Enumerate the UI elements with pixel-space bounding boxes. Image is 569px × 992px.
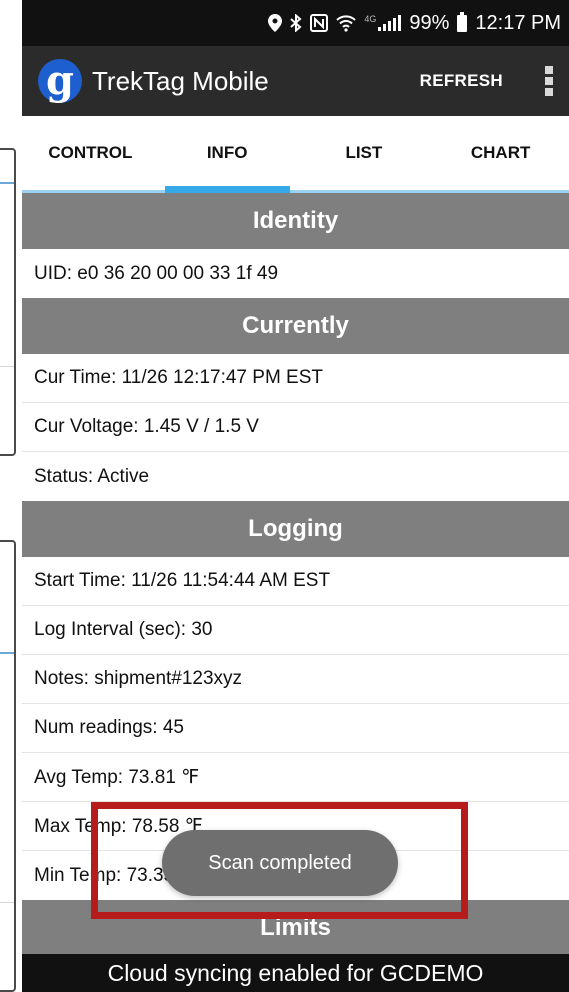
location-icon: [268, 14, 283, 32]
clock-time: 12:17 PM: [475, 11, 561, 34]
toast-message: Scan completed: [162, 830, 398, 896]
section-header-logging: Logging: [22, 501, 569, 557]
background-card-divider: [0, 902, 14, 903]
section-header-limits: Limits: [22, 900, 569, 956]
bluetooth-icon: [290, 14, 302, 32]
background-card-accent: [0, 182, 14, 184]
app-bar: g TrekTag Mobile REFRESH: [22, 46, 569, 116]
cloud-sync-banner: Cloud syncing enabled for GCDEMO: [22, 954, 569, 992]
info-row-cur-voltage: Cur Voltage: 1.45 V / 1.5 V: [22, 403, 569, 452]
tab-list[interactable]: LIST: [296, 116, 433, 190]
info-row-avg-temp: Avg Temp: 73.81 ℉: [22, 753, 569, 802]
tab-info[interactable]: INFO: [159, 116, 296, 193]
tab-control[interactable]: CONTROL: [22, 116, 159, 190]
status-bar: 4G 99% 12:17 PM: [22, 0, 569, 46]
info-row-num-readings: Num readings: 45: [22, 704, 569, 753]
info-row-cur-time: Cur Time: 11/26 12:17:47 PM EST: [22, 354, 569, 403]
refresh-button[interactable]: REFRESH: [420, 71, 503, 91]
overflow-menu-icon[interactable]: [543, 66, 555, 96]
info-row-uid: UID: e0 36 20 00 00 33 1f 49: [22, 249, 569, 298]
info-row-status: Status: Active: [22, 452, 569, 501]
battery-icon: [457, 11, 468, 32]
background-card-accent: [0, 652, 14, 654]
info-row-notes: Notes: shipment#123xyz: [22, 655, 569, 704]
battery-percent: 99%: [409, 11, 450, 34]
signal-icon: [378, 15, 402, 31]
background-card-divider: [0, 366, 14, 367]
tab-bar: CONTROL INFO LIST CHART: [22, 116, 569, 193]
screenshot-canvas: 4G 99% 12:17 PM g TrekTag Mobile REFRESH…: [0, 0, 569, 992]
background-card-bottom: [0, 540, 16, 992]
tab-chart[interactable]: CHART: [432, 116, 569, 190]
info-row-log-interval: Log Interval (sec): 30: [22, 606, 569, 655]
wifi-icon: [336, 14, 357, 32]
app-title: TrekTag Mobile: [92, 65, 269, 96]
background-card-top: [0, 148, 16, 456]
network-type-label: 4G: [364, 14, 377, 24]
app-logo-icon: g: [38, 59, 82, 103]
section-header-identity: Identity: [22, 193, 569, 249]
section-header-currently: Currently: [22, 298, 569, 354]
nfc-icon: [310, 14, 329, 32]
info-row-start-time: Start Time: 11/26 11:54:44 AM EST: [22, 557, 569, 606]
